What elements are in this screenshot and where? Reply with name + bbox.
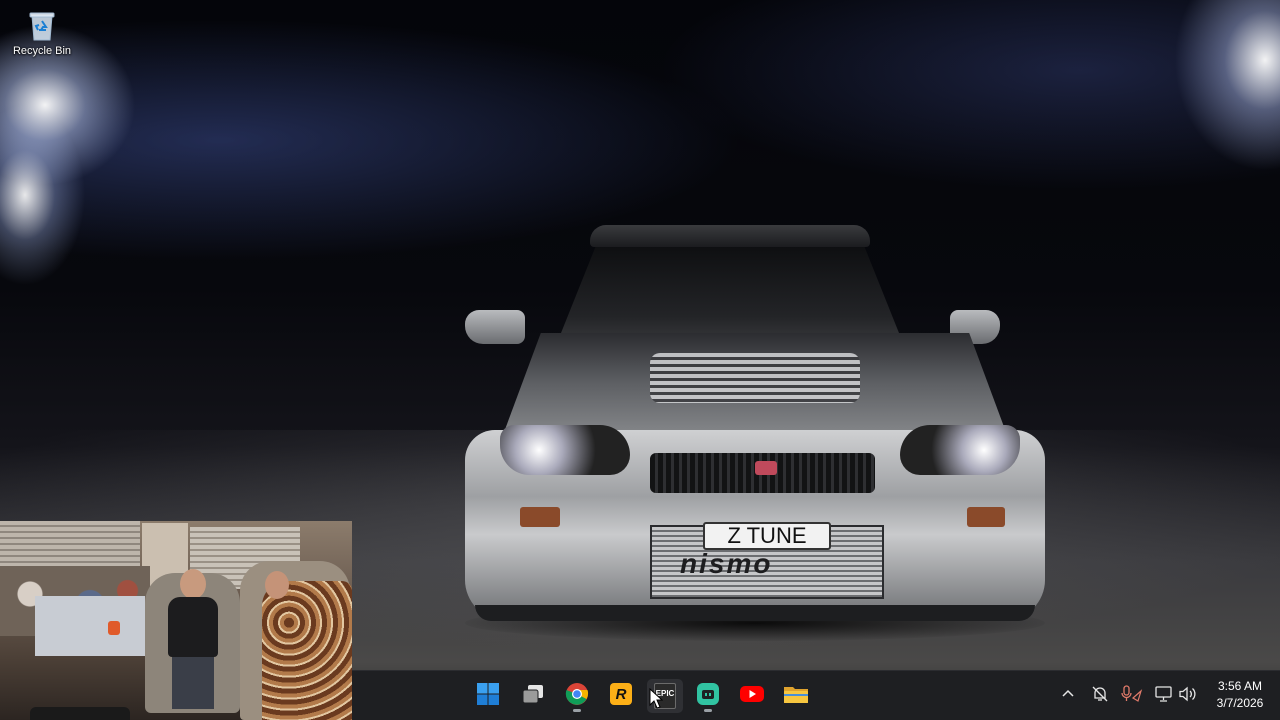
taskbar-rockstar-button[interactable]: R (603, 679, 639, 713)
microphone-icon (1121, 684, 1143, 708)
webcam-blanket (262, 581, 352, 720)
webcam-person-right-head (265, 571, 289, 599)
car-front-lip (475, 605, 1035, 621)
webcam-desk (35, 596, 145, 656)
volume-icon (1178, 685, 1198, 708)
car-windshield (555, 243, 905, 348)
car-mirror-left (465, 310, 525, 344)
chrome-icon (565, 682, 589, 711)
car-roof (590, 225, 870, 247)
tray-microphone[interactable] (1121, 684, 1143, 708)
clock-time: 3:56 AM (1217, 679, 1263, 693)
taskbar-clock[interactable]: 3:56 AM 3/7/2026 (1206, 678, 1274, 712)
svg-text:R: R (616, 686, 627, 703)
car-indicator-right (967, 507, 1005, 527)
taskbar-file-explorer-button[interactable] (778, 679, 814, 713)
taskbar-streamlabs-button[interactable] (690, 679, 726, 713)
clock-date: 3/7/2026 (1216, 696, 1264, 710)
webcam-object (108, 621, 120, 635)
webcam-person-legs (172, 657, 214, 709)
tray-notifications-off[interactable] (1090, 686, 1110, 706)
tray-overflow-button[interactable] (1058, 686, 1078, 706)
task-view-icon (521, 682, 545, 711)
webcam-overlay (0, 521, 352, 720)
car-badge (755, 461, 777, 475)
taskbar-chrome-button[interactable] (559, 679, 595, 713)
tray-volume[interactable] (1178, 686, 1198, 706)
taskbar-youtube-button[interactable] (734, 679, 770, 713)
wallpaper-car: nismo Z TUNE (455, 225, 1055, 645)
car-hood-scoop (650, 353, 860, 403)
chevron-up-icon (1061, 687, 1075, 706)
rockstar-icon: R (609, 682, 633, 711)
tray-network[interactable] (1154, 685, 1174, 708)
taskbar-task-view-button[interactable] (515, 679, 551, 713)
network-icon (1154, 685, 1174, 708)
taskbar: R EPIC 3:56 AM 3/7/2026 (352, 670, 1280, 720)
webcam-person-torso (168, 597, 218, 657)
file-explorer-icon (783, 682, 809, 711)
youtube-icon (739, 682, 765, 711)
car-nismo-text: nismo (680, 548, 773, 579)
car-headlight-right (900, 425, 1020, 475)
car-headlight-left (500, 425, 630, 475)
car-indicator-left (520, 507, 560, 527)
desktop-icon-recycle-bin[interactable]: Recycle Bin (6, 8, 78, 57)
notifications-off-icon (1091, 685, 1109, 708)
recycle-bin-icon (27, 8, 57, 42)
webcam-window-blinds-left (0, 521, 140, 569)
car-license-plate: Z TUNE (703, 522, 831, 550)
streamlabs-icon (696, 682, 720, 711)
taskbar-start-button[interactable] (470, 679, 506, 713)
webcam-corner-device (30, 707, 130, 720)
windows-start-icon (476, 682, 500, 711)
desktop-icon-label: Recycle Bin (12, 45, 72, 57)
webcam-person-head (180, 569, 206, 599)
webcam-person-left (168, 569, 218, 709)
